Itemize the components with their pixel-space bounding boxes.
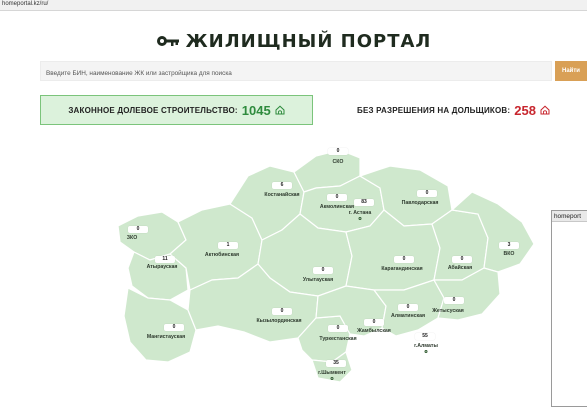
browser-url-bar[interactable]: homeportal.kz/ru/ — [0, 0, 587, 11]
house-icon — [540, 105, 550, 115]
region-label: Улытауская — [302, 277, 334, 283]
map-svg — [117, 149, 535, 383]
region-count: 6 — [272, 182, 292, 189]
legal-construction-count: 1045 — [241, 102, 271, 118]
region-count: 35 — [326, 360, 346, 367]
popup-window[interactable]: homeport — [551, 210, 587, 407]
no-permit-tab[interactable]: БЕЗ РАЗРЕШЕНИЯ НА ДОЛЬЩИКОВ: 258 — [320, 95, 587, 125]
region-count: 0 — [313, 267, 333, 274]
region-label: Карагандинская — [381, 266, 423, 272]
search-button[interactable]: Найти — [555, 61, 587, 81]
region-count: 0 — [364, 319, 384, 326]
region-label: Кызылординская — [256, 318, 302, 324]
search-box[interactable] — [40, 61, 552, 83]
region-count: 0 — [328, 325, 348, 332]
region-label: Костанайская — [264, 192, 300, 198]
legal-construction-label: ЗАКОННОЕ ДОЛЕВОЕ СТРОИТЕЛЬСТВО: — [68, 105, 238, 115]
search-input[interactable] — [41, 64, 551, 83]
region-count: 0 — [164, 324, 184, 331]
site-title: ЖИЛИЩНЫЙ ПОРТАЛ — [185, 30, 432, 52]
region-count: 0 — [444, 297, 464, 304]
region-count: 11 — [155, 256, 175, 263]
region-count: 0 — [452, 256, 472, 263]
popup-titlebar[interactable]: homeport — [552, 211, 587, 222]
city-marker — [424, 350, 428, 353]
region-label: Мангистауская — [146, 334, 186, 340]
region-count: 1 — [218, 242, 238, 249]
key-icon — [156, 36, 179, 46]
region-label: г.Шымкент — [318, 370, 346, 376]
region-label: ЗКО — [126, 235, 138, 241]
region-count: 0 — [328, 148, 348, 155]
region-label: Актюбинская — [204, 252, 240, 258]
city-marker — [330, 377, 334, 380]
region-label: Жетысуская — [432, 308, 464, 314]
region-count: 0 — [272, 308, 292, 315]
region-count: 83 — [354, 199, 374, 206]
legal-construction-tab[interactable]: ЗАКОННОЕ ДОЛЕВОЕ СТРОИТЕЛЬСТВО: 1045 — [40, 95, 313, 125]
region-label: Жамбылская — [357, 328, 391, 334]
region-label: СКО — [332, 159, 344, 165]
region-count: 0 — [394, 256, 414, 263]
region-count: 0 — [327, 194, 347, 201]
region-count: 0 — [417, 190, 437, 197]
region-count: 0 — [398, 304, 418, 311]
region-label: ВКО — [503, 251, 515, 257]
url-text[interactable]: homeportal.kz/ru/ — [2, 1, 48, 7]
region-count: 55 — [415, 333, 435, 340]
region-count: 3 — [499, 242, 519, 249]
region-count: 0 — [128, 226, 148, 233]
region-mangystau[interactable] — [123, 287, 197, 363]
site-logo[interactable]: ЖИЛИЩНЫЙ ПОРТАЛ — [0, 28, 587, 54]
no-permit-label: БЕЗ РАЗРЕШЕНИЯ НА ДОЛЬЩИКОВ: — [357, 105, 511, 115]
house-icon — [275, 105, 285, 115]
region-label: Павлодарская — [401, 200, 439, 206]
region-label: Атырауская — [146, 264, 178, 270]
region-label: Абайская — [447, 265, 473, 271]
city-marker — [358, 217, 362, 220]
region-label: Алматинская — [391, 313, 425, 319]
region-label: Туркестанская — [319, 336, 357, 342]
region-label: г.Алматы — [414, 343, 438, 349]
no-permit-count: 258 — [514, 102, 536, 118]
region-label: г. Астана — [348, 210, 372, 216]
top-strip — [0, 11, 587, 25]
kazakhstan-map: 0 СКО 6 Костанайская 0 Акмолинская 83 г.… — [0, 130, 587, 407]
